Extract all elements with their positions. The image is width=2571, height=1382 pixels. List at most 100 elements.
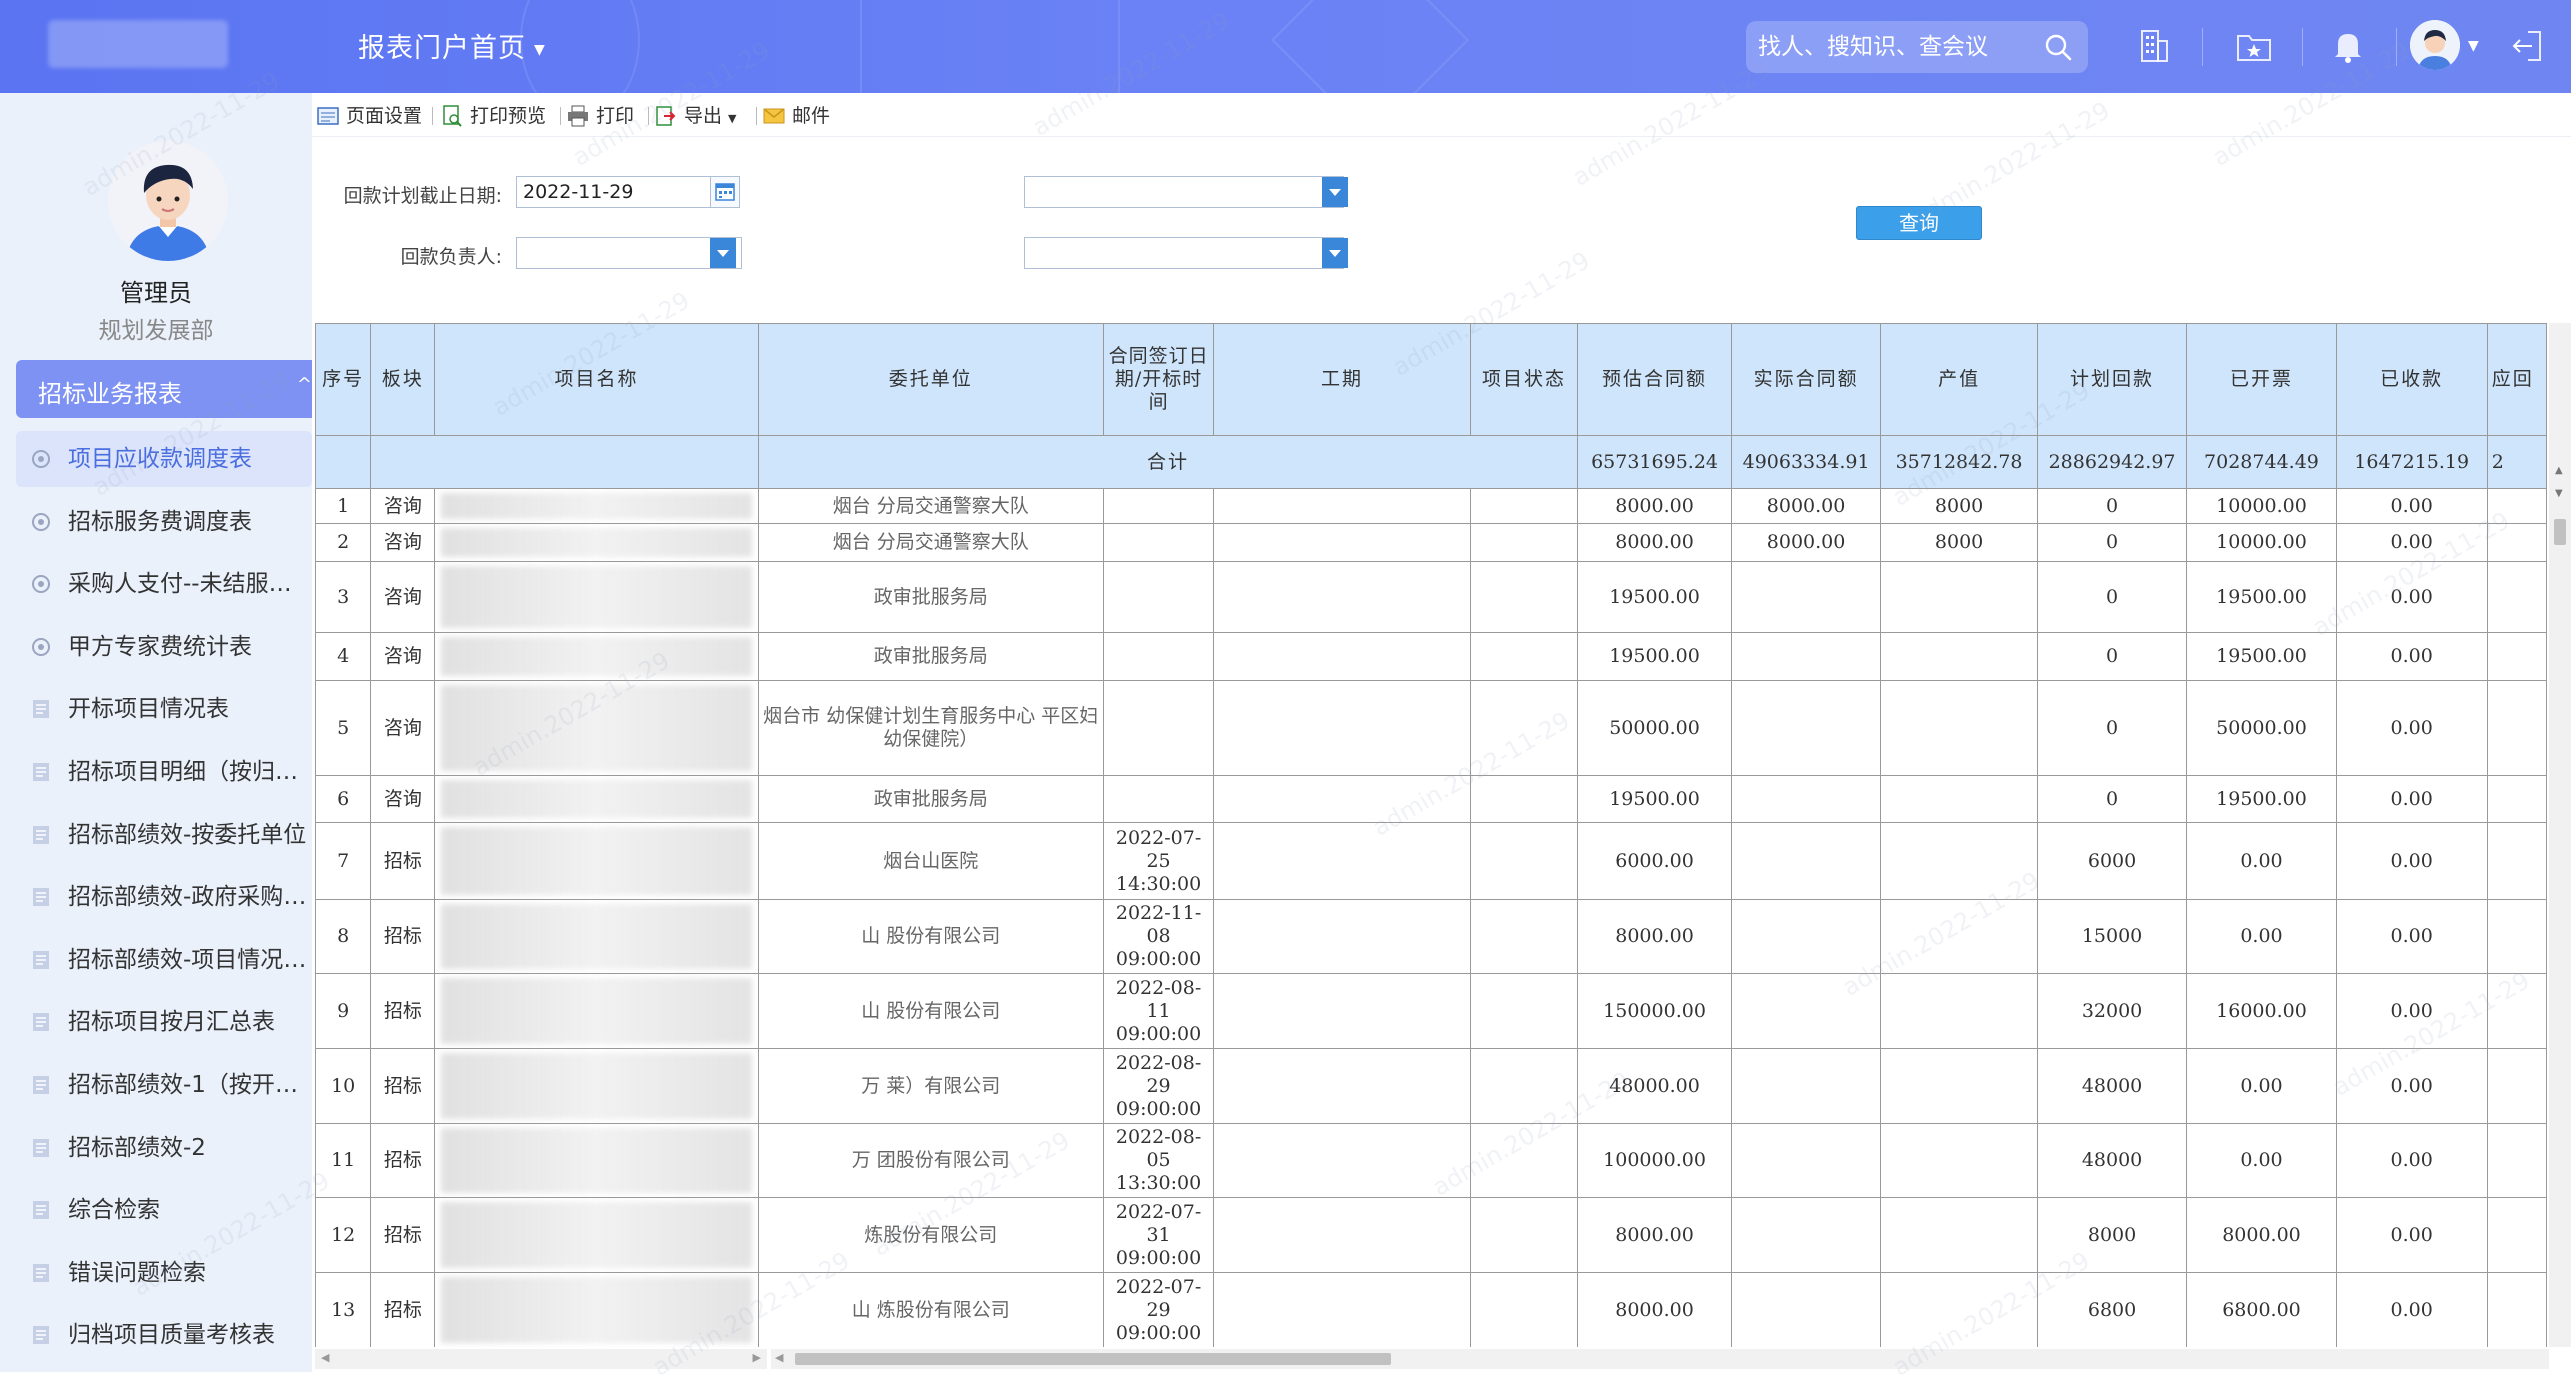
- table-row[interactable]: 8 招标 山 股份有限公司 2022-11-08 09:00:00 8000.00 150…: [315, 899, 2547, 974]
- row-project-name: [434, 899, 759, 974]
- sidebar-item[interactable]: 项目应收款调度表: [16, 431, 312, 487]
- row-received: 0.00: [2335, 523, 2488, 562]
- sidebar-item-label: 项目应收款调度表: [68, 446, 252, 472]
- chevron-down-icon: [717, 250, 729, 257]
- row-duration: [1213, 1048, 1471, 1124]
- row-duration: [1213, 561, 1471, 633]
- sidebar-item[interactable]: 招标部绩效-项目情况年…: [16, 932, 312, 988]
- sidebar-item[interactable]: 招标部绩效-按委托单位: [16, 807, 312, 863]
- sidebar-item[interactable]: 综合检索: [16, 1182, 312, 1238]
- export-dropdown-button[interactable]: 导出 ▼: [654, 103, 736, 129]
- print-preview-button[interactable]: 打印预览: [440, 103, 546, 129]
- deadline-date-input[interactable]: [516, 176, 724, 208]
- client-select[interactable]: [1024, 237, 1344, 269]
- row-actual-contract: [1730, 1123, 1882, 1198]
- search-icon[interactable]: [2044, 33, 2072, 61]
- table-row[interactable]: 12 招标 炼股份有限公司 2022-07-31 09:00:00 8000.00 800…: [315, 1197, 2547, 1273]
- table-row[interactable]: 13 招标 山 炼股份有限公司 2022-07-29 09:00:00 8000.00 6…: [315, 1272, 2547, 1347]
- report-table: 序号 板块 项目名称 委托单位 合同签订日期/开标时间 工期 项目状态 预估合同额 实际合同额产…: [315, 323, 2547, 1347]
- column-header: 预估合同额: [1577, 323, 1732, 436]
- horizontal-scrollbar[interactable]: ◀: [771, 1349, 2549, 1369]
- mail-button[interactable]: 邮件: [762, 103, 830, 129]
- row-duration: [1213, 973, 1471, 1049]
- sidebar-item-label: 归档项目质量考核表: [68, 1322, 275, 1349]
- dot-icon: [32, 450, 50, 468]
- scroll-left-icon[interactable]: ◀: [775, 1351, 783, 1364]
- row-duration: [1213, 899, 1471, 974]
- scroll-up-icon[interactable]: ▲: [2555, 465, 2563, 476]
- scroll-down-icon[interactable]: ▼: [2555, 488, 2563, 499]
- table-row[interactable]: 5 咨询 烟台市 幼保健计划生育服务中心 平区妇幼保健院） 50000.00 0 5000…: [315, 680, 2547, 776]
- sidebar-item[interactable]: 采购人支付--未结服务…: [16, 556, 312, 612]
- horizontal-scrollbar-frozen[interactable]: ◀ ▶: [315, 1349, 767, 1369]
- menu-group-bidding-reports[interactable]: 招标业务报表 ^: [16, 360, 312, 418]
- portal-title-menu[interactable]: 报表门户首页 ▼: [358, 26, 546, 65]
- sidebar-item[interactable]: 错误问题检索: [16, 1245, 312, 1301]
- row-number: 13: [315, 1272, 372, 1347]
- scroll-right-icon[interactable]: ▶: [753, 1351, 761, 1364]
- sidebar-item[interactable]: 招标项目明细（按归档）: [16, 744, 312, 800]
- row-client: 山 炼股份有限公司: [757, 1272, 1104, 1347]
- row-project-name: [434, 973, 759, 1049]
- row-plan-payment: 48000: [2036, 1048, 2188, 1124]
- row-plan-payment: 48000: [2036, 1123, 2188, 1198]
- sidebar-item[interactable]: 招标部绩效-1（按开标…: [16, 1057, 312, 1113]
- table-row[interactable]: 2 咨询 烟台 分局交通警察大队 8000.00 8000.00 8000 0 10000.0…: [315, 523, 2547, 562]
- row-duration: [1213, 632, 1471, 681]
- query-button[interactable]: 查询: [1856, 206, 1982, 240]
- row-output: [1880, 899, 2038, 974]
- table-row[interactable]: 3 咨询 政审批服务局 19500.00 0 19500.00 0.00: [315, 561, 2547, 633]
- print-preview-icon: [443, 105, 462, 127]
- column-header: 实际合同额: [1730, 323, 1882, 436]
- bell-icon[interactable]: [2328, 26, 2368, 66]
- column-header: 序号: [315, 323, 372, 436]
- table-row[interactable]: 1 咨询 烟台 分局交通警察大队 8000.00 8000.00 8000 0 10000.0…: [315, 488, 2547, 524]
- payment-owner-dropdown-button[interactable]: [710, 238, 736, 268]
- row-due: [2486, 488, 2547, 524]
- column-header: 已收款: [2335, 323, 2488, 436]
- sidebar-item[interactable]: 招标服务费调度表: [16, 494, 312, 550]
- column-header: 板块: [370, 323, 436, 436]
- sidebar-item[interactable]: 甲方专家费统计表: [16, 619, 312, 675]
- scroll-left-icon[interactable]: ◀: [321, 1351, 329, 1364]
- search-input[interactable]: [1758, 27, 2028, 67]
- payment-owner-select[interactable]: [516, 237, 742, 269]
- sidebar-item[interactable]: 招标项目按月汇总表: [16, 994, 312, 1050]
- table-row[interactable]: 6 咨询 政审批服务局 19500.00 0 19500.00 0.00: [315, 775, 2547, 823]
- table-row[interactable]: 9 招标 山 股份有限公司 2022-08-11 09:00:00 150000.00 3…: [315, 973, 2547, 1049]
- table-row[interactable]: 11 招标 万 团股份有限公司 2022-08-05 13:30:00 100000.0…: [315, 1123, 2547, 1198]
- table-row[interactable]: 4 咨询 政审批服务局 19500.00 0 19500.00 0.00: [315, 632, 2547, 681]
- favorites-folder-icon[interactable]: [2234, 26, 2274, 66]
- row-received: 0.00: [2335, 899, 2488, 974]
- row-actual-contract: [1730, 561, 1882, 633]
- table-row[interactable]: 10 招标 万 莱）有限公司 2022-08-29 09:00:00 48000.00 4…: [315, 1048, 2547, 1124]
- client-dropdown-button[interactable]: [1322, 238, 1348, 268]
- vertical-scroll-thumb[interactable]: [2554, 519, 2566, 545]
- sidebar-item[interactable]: 归档项目质量考核表: [16, 1307, 312, 1363]
- summary-cell: [370, 435, 759, 489]
- row-status: [1469, 632, 1579, 681]
- sector-select[interactable]: [1024, 176, 1344, 208]
- row-contract-date: 2022-08-05 13:30:00: [1102, 1123, 1215, 1198]
- row-output: [1880, 680, 2038, 776]
- row-status: [1469, 899, 1579, 974]
- sidebar-item-label: 招标部绩效-项目情况年…: [68, 946, 312, 973]
- table-row[interactable]: 7 招标 烟台山医院 2022-07-25 14:30:00 6000.00 6000 0.…: [315, 822, 2547, 900]
- horizontal-scroll-thumb[interactable]: [795, 1353, 1391, 1365]
- sidebar-item[interactable]: 招标部绩效-2: [16, 1120, 312, 1176]
- row-project-name: [434, 561, 759, 633]
- sidebar-item[interactable]: 开标项目情况表: [16, 681, 312, 737]
- search-box: [1746, 21, 2088, 73]
- user-avatar[interactable]: [2410, 20, 2460, 70]
- row-status: [1469, 1123, 1579, 1198]
- calendar-icon[interactable]: [710, 176, 740, 208]
- sector-dropdown-button[interactable]: [1322, 177, 1348, 207]
- page-setup-button[interactable]: 页面设置: [316, 103, 422, 129]
- sidebar-item[interactable]: 招标部绩效-政府采购按…: [16, 869, 312, 925]
- chevron-down-icon[interactable]: ▼: [2468, 38, 2479, 54]
- row-sector: 招标: [370, 1123, 436, 1198]
- building-icon[interactable]: [2134, 26, 2174, 66]
- logout-icon[interactable]: [2506, 26, 2546, 66]
- print-button[interactable]: 打印: [566, 103, 634, 129]
- vertical-scrollbar[interactable]: ▲ ▼: [2549, 323, 2571, 1347]
